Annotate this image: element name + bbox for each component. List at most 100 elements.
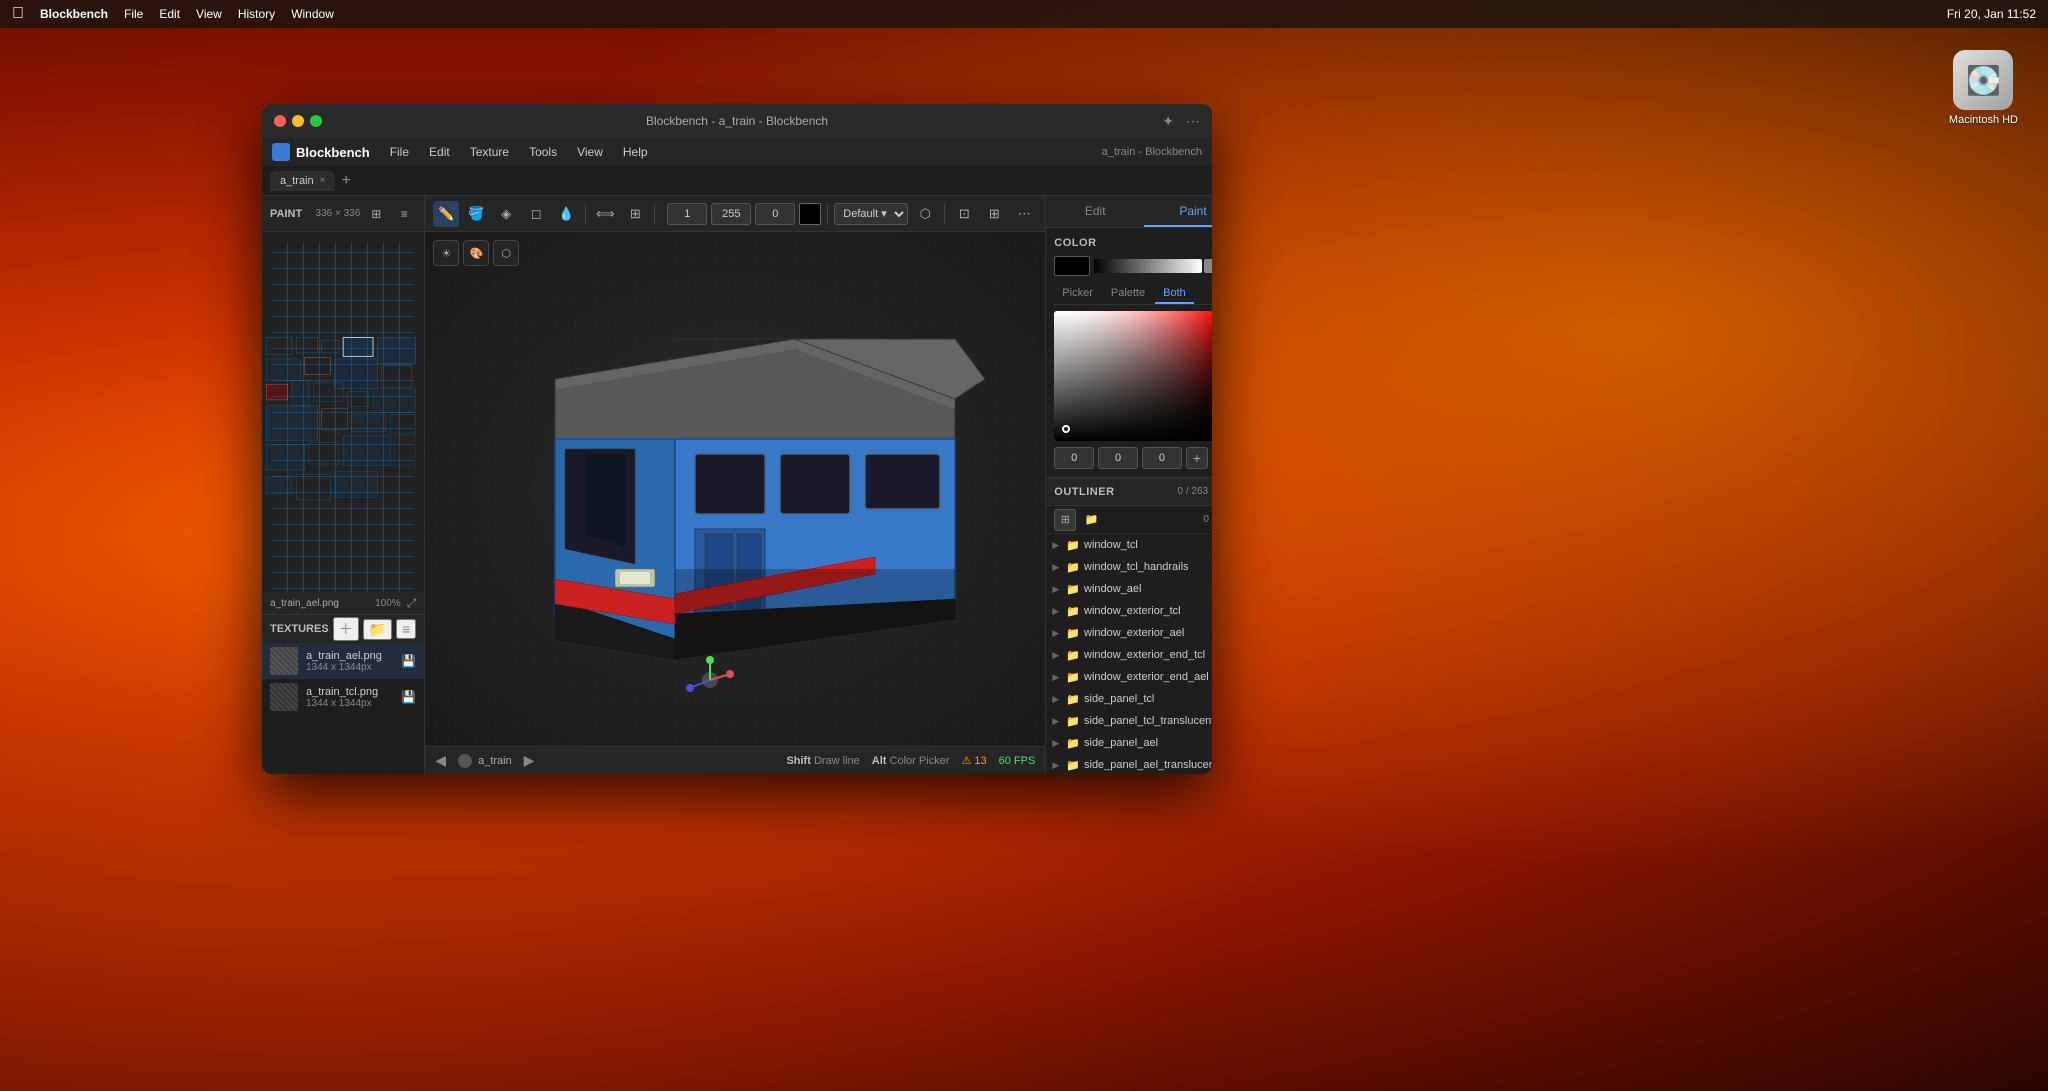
window-controls[interactable] xyxy=(274,115,322,127)
menu-view[interactable]: View xyxy=(569,143,611,161)
outliner-item-window_exterior_tcl[interactable]: ▶ 📁 window_exterior_tcl 👁 xyxy=(1046,600,1212,622)
uv-fullscreen-btn[interactable]: ⤢ xyxy=(407,596,417,611)
layout-grid-btn[interactable]: ⊞ xyxy=(981,201,1007,227)
layout-toggle-btn[interactable]: ⊞ xyxy=(364,202,388,226)
toolbar-separator-3 xyxy=(827,204,828,224)
train-model-svg xyxy=(475,279,995,699)
color-gradient-bar[interactable] xyxy=(1094,259,1202,273)
outliner-item-window_ael[interactable]: ▶ 📁 window_ael 👁 xyxy=(1046,578,1212,600)
viewport-btn-sun[interactable]: ☀ xyxy=(433,240,459,266)
nav-prev-btn[interactable]: ◀ xyxy=(435,752,446,769)
brush-opacity-input[interactable] xyxy=(711,203,751,225)
macos-menubar:  Blockbench File Edit View History Wind… xyxy=(0,0,2048,28)
app-logo: Blockbench xyxy=(272,143,370,161)
outliner-item-side_panel_tcl_translucent[interactable]: ▶ 📁 side_panel_tcl_translucent 👁 xyxy=(1046,710,1212,732)
color-tab-picker[interactable]: Picker xyxy=(1054,284,1101,304)
outliner-arrow: ▶ xyxy=(1052,694,1062,705)
outliner-name: window_exterior_tcl xyxy=(1084,605,1212,617)
blend-mode-select[interactable]: Default ▾ xyxy=(834,203,908,225)
outliner-item-window_tcl_handrails[interactable]: ▶ 📁 window_tcl_handrails 👁 xyxy=(1046,556,1212,578)
3d-viewport[interactable]: ☀ 🎨 ⬡ xyxy=(425,232,1045,746)
folder-icon: 📁 xyxy=(1066,737,1080,750)
paint-color-swatch[interactable] xyxy=(799,203,821,225)
outliner-section: OUTLINER 0 / 263 ≡ ∨ ⊞ 📁 0 / 263 xyxy=(1046,478,1212,774)
brush-blend-input[interactable] xyxy=(755,203,795,225)
panel-options-btn[interactable]: ≡ xyxy=(392,202,416,226)
layout-2d-btn[interactable]: ⊡ xyxy=(951,201,977,227)
apple-menu-icon[interactable]:  xyxy=(12,5,24,23)
minimize-button[interactable] xyxy=(292,115,304,127)
outliner-item-window_exterior_end_tcl[interactable]: ▶ 📁 window_exterior_end_tcl 👁 xyxy=(1046,644,1212,666)
mirror-btn[interactable]: ⟺ xyxy=(592,201,618,227)
outliner-item-window_exterior_ael[interactable]: ▶ 📁 window_exterior_ael 👁 xyxy=(1046,622,1212,644)
more-options-btn[interactable]: ⋯ xyxy=(1011,201,1037,227)
color-add-btn[interactable]: + xyxy=(1186,447,1208,469)
outliner-item-side_panel_tcl[interactable]: ▶ 📁 side_panel_tcl 👁 xyxy=(1046,688,1212,710)
color-tab-palette[interactable]: Palette xyxy=(1103,284,1153,304)
menu-edit[interactable]: Edit xyxy=(421,143,458,161)
menu-tools[interactable]: Tools xyxy=(521,143,565,161)
outliner-name: window_tcl xyxy=(1084,539,1212,551)
color-tab-both[interactable]: Both xyxy=(1155,284,1194,304)
color-tabs: Picker Palette Both ⚙ xyxy=(1054,284,1212,305)
texture-save-btn-tcl[interactable]: 💾 xyxy=(401,690,416,704)
menu-texture[interactable]: Texture xyxy=(462,143,517,161)
fill-tool-btn[interactable]: 🪣 xyxy=(463,201,489,227)
outliner-item-side_panel_ael[interactable]: ▶ 📁 side_panel_ael 👁 xyxy=(1046,732,1212,754)
outliner-item-window_exterior_end_ael[interactable]: ▶ 📁 window_exterior_end_ael 👁 xyxy=(1046,666,1212,688)
textures-panel: TEXTURES ＋ 📁 ≡ a_train_ael.png 1344 x 13… xyxy=(262,614,424,774)
texture-item-ael[interactable]: a_train_ael.png 1344 x 1344px 💾 xyxy=(262,643,424,679)
dropper-tool-btn[interactable]: 💧 xyxy=(553,201,579,227)
menubar-view[interactable]: View xyxy=(196,7,222,21)
tab-paint[interactable]: Paint xyxy=(1144,196,1212,227)
brush-size-input[interactable] xyxy=(667,203,707,225)
menu-help[interactable]: Help xyxy=(615,143,656,161)
grid-btn[interactable]: ⊞ xyxy=(622,201,648,227)
desktop-icon-macintosh-hd[interactable]: 💽 Macintosh HD xyxy=(1949,50,2018,126)
gradient-tool-btn[interactable]: ◈ xyxy=(493,201,519,227)
uv-texture-preview[interactable]: a_train_ael.png 100% ⤢ xyxy=(262,232,424,614)
eraser-tool-btn[interactable]: ◻ xyxy=(523,201,549,227)
menubar-edit[interactable]: Edit xyxy=(159,7,180,21)
tab-close-button[interactable]: × xyxy=(320,175,326,186)
tab-a-train[interactable]: a_train × xyxy=(270,171,335,191)
menubar-history[interactable]: History xyxy=(238,7,275,21)
viewport-gizmo xyxy=(684,654,736,706)
texture-save-btn-ael[interactable]: 💾 xyxy=(401,654,416,668)
status-tab-indicator xyxy=(458,754,472,768)
color-g-input[interactable]: 0 xyxy=(1098,447,1138,469)
tab-add-button[interactable]: + xyxy=(341,172,350,190)
textures-options-btn[interactable]: ≡ xyxy=(396,619,416,639)
channels-btn[interactable]: ⬡ xyxy=(912,201,938,227)
titlebar-menu-icon[interactable]: ⋯ xyxy=(1186,113,1200,130)
import-texture-btn[interactable]: 📁 xyxy=(363,619,392,640)
folder-icon: 📁 xyxy=(1066,583,1080,596)
color-b-input[interactable]: 0 xyxy=(1142,447,1182,469)
color-r-input[interactable]: 0 xyxy=(1054,447,1094,469)
pencil-tool-btn[interactable]: ✏️ xyxy=(433,201,459,227)
viewport-btn-uv[interactable]: 🎨 xyxy=(463,240,489,266)
outliner-item-window_tcl[interactable]: ▶ 📁 window_tcl 👁 xyxy=(1046,534,1212,556)
outliner-item-side_panel_ael_translucent[interactable]: ▶ 📁 side_panel_ael_translucent 👁 xyxy=(1046,754,1212,774)
outliner-arrow: ▶ xyxy=(1052,738,1062,749)
color-gradient-area[interactable] xyxy=(1054,311,1212,441)
close-button[interactable] xyxy=(274,115,286,127)
warning-badge: ⚠ 13 xyxy=(961,754,986,767)
add-texture-btn[interactable]: ＋ xyxy=(333,617,359,641)
menubar-app-name[interactable]: Blockbench xyxy=(40,7,108,21)
viewport-btn-mesh[interactable]: ⬡ xyxy=(493,240,519,266)
menubar-file[interactable]: File xyxy=(124,7,143,21)
tab-edit[interactable]: Edit xyxy=(1046,196,1144,227)
color-picker-container[interactable] xyxy=(1054,311,1212,441)
outliner-btn-1[interactable]: ⊞ xyxy=(1054,509,1076,531)
maximize-button[interactable] xyxy=(310,115,322,127)
titlebar-star-icon[interactable]: ✦ xyxy=(1162,113,1174,130)
color-swatch-1[interactable] xyxy=(1204,259,1212,273)
outliner-arrow: ▶ xyxy=(1052,628,1062,639)
nav-next-btn[interactable]: ▶ xyxy=(524,752,535,769)
outliner-btn-2[interactable]: 📁 xyxy=(1080,509,1102,531)
folder-icon: 📁 xyxy=(1066,715,1080,728)
texture-item-tcl[interactable]: a_train_tcl.png 1344 x 1344px 💾 xyxy=(262,679,424,715)
menubar-window[interactable]: Window xyxy=(291,7,334,21)
menu-file[interactable]: File xyxy=(382,143,417,161)
